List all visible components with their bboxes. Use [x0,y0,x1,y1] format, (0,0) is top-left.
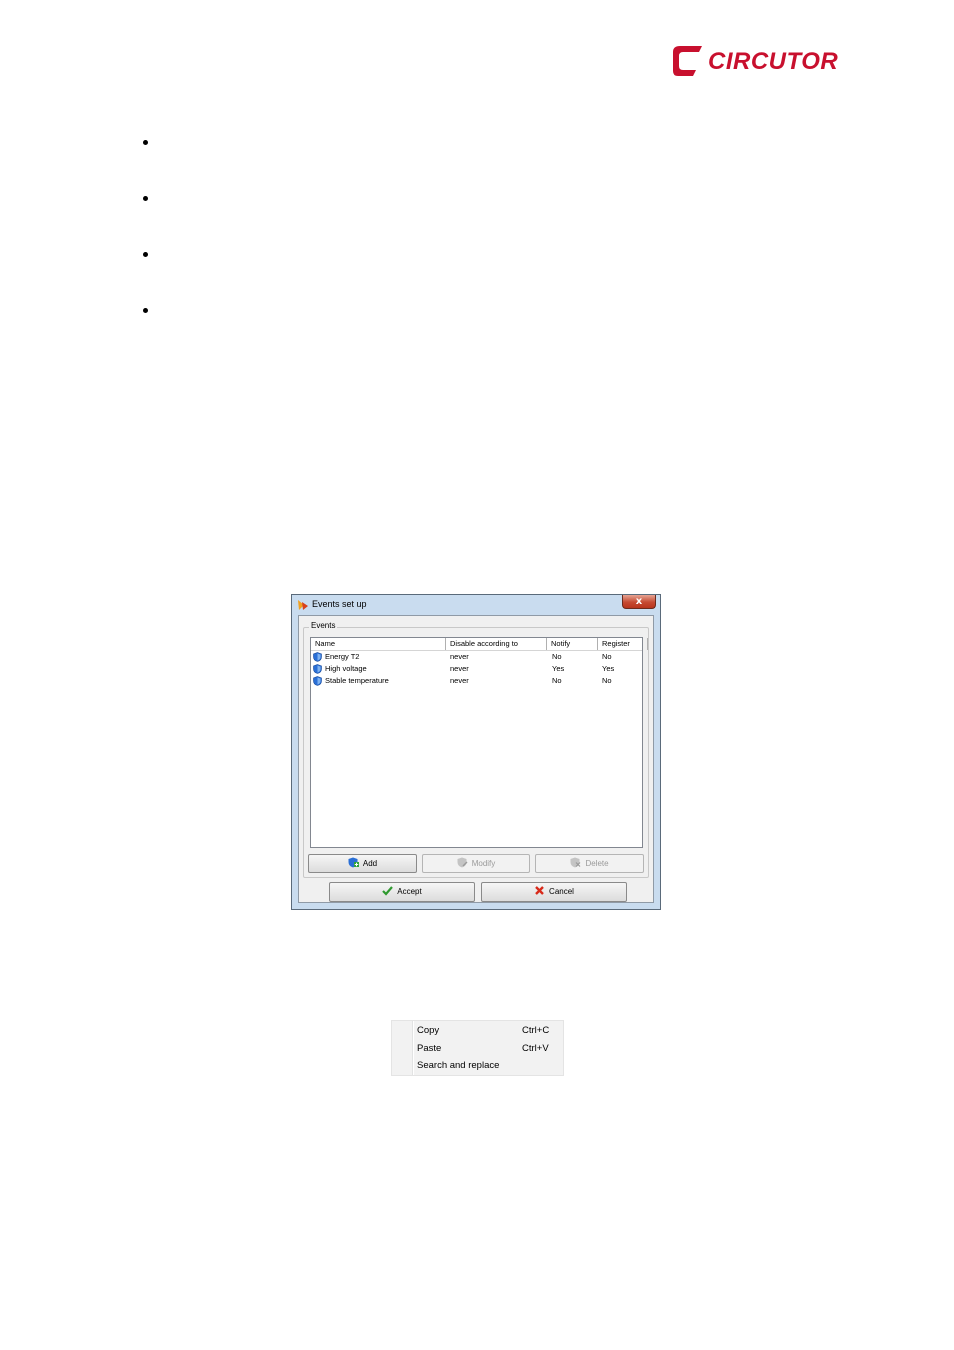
cell-register: No [602,652,612,661]
modify-button[interactable]: Modify [422,854,530,873]
delete-shield-icon [570,857,581,868]
column-header-register[interactable]: Register [598,638,648,650]
events-setup-dialog: Events set up x Events Name Disable acco… [291,594,661,910]
close-button[interactable]: x [622,595,656,609]
events-group-label: Events [309,621,338,630]
column-header-notify[interactable]: Notify [547,638,598,650]
add-shield-icon [348,857,359,868]
delete-button[interactable]: Delete [535,854,644,873]
app-icon [298,600,308,610]
modify-button-label: Modify [471,859,496,868]
list-header: Name Disable according to Notify Registe… [311,638,648,651]
cell-notify: Yes [552,664,565,673]
cell-name: Stable temperature [325,676,389,685]
column-header-name[interactable]: Name [311,638,446,650]
menu-item-label: Paste [417,1043,442,1054]
add-button[interactable]: Add [308,854,417,873]
add-button-label: Add [362,859,378,868]
table-row[interactable]: High voltage never Yes Yes [311,663,642,675]
cancel-button[interactable]: Cancel [481,882,627,902]
accept-button-label: Accept [397,887,422,896]
menu-item-label: Copy [417,1025,440,1036]
circutor-logo: CIRCUTOR [672,44,844,80]
column-header-disable[interactable]: Disable according to [446,638,547,650]
table-row[interactable]: Energy T2 never No No [311,651,642,663]
cell-register: No [602,676,612,685]
cell-name: Energy T2 [325,652,360,661]
accept-button[interactable]: Accept [329,882,475,902]
dialog-titlebar[interactable]: Events set up x [292,595,660,615]
menu-item-search-replace[interactable]: Search and replace [392,1058,563,1075]
events-list[interactable]: Name Disable according to Notify Registe… [310,637,648,848]
menu-item-shortcut: Ctrl+C [522,1025,550,1036]
bullet-point [142,251,150,259]
modify-shield-icon [457,857,468,868]
cell-notify: No [552,676,562,685]
cell-notify: No [552,652,562,661]
dialog-title: Events set up [312,599,367,609]
menu-item-paste[interactable]: Paste Ctrl+V [392,1041,563,1058]
cell-name: High voltage [325,664,367,673]
shield-icon [313,664,322,674]
checkmark-icon [382,886,394,896]
cancel-button-label: Cancel [549,887,574,896]
cell-disable: never [450,676,469,685]
menu-item-copy[interactable]: Copy Ctrl+C [392,1023,563,1040]
menu-item-shortcut: Ctrl+V [522,1043,549,1054]
circutor-logo-mark-icon [673,46,702,76]
cell-disable: never [450,652,469,661]
shield-icon [313,676,322,686]
shield-icon [313,652,322,662]
menu-item-label: Search and replace [417,1060,500,1071]
bullet-point [142,307,150,315]
bullet-point [142,195,150,203]
cell-disable: never [450,664,469,673]
table-row[interactable]: Stable temperature never No No [311,675,642,687]
context-menu: Copy Ctrl+C Paste Ctrl+V Search and repl… [391,1020,564,1076]
bullet-point [142,139,150,147]
cancel-x-icon [535,886,544,895]
cell-register: Yes [602,664,615,673]
dialog-client-area: Events Name Disable according to Notify … [298,615,654,903]
logo-text: CIRCUTOR [708,48,839,75]
events-groupbox: Events Name Disable according to Notify … [303,621,649,878]
delete-button-label: Delete [585,859,609,868]
